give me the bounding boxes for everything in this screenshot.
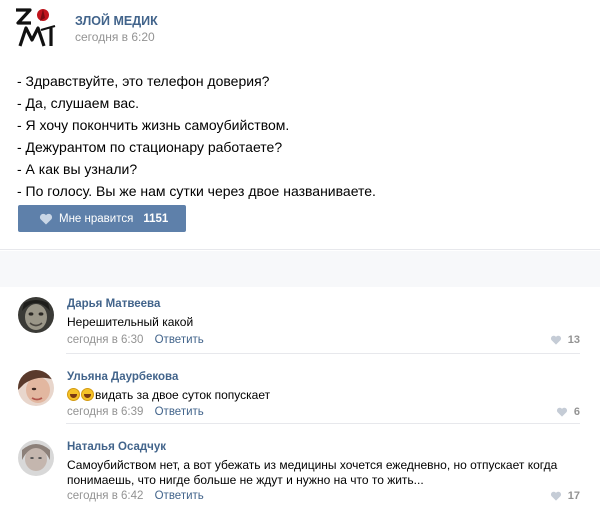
comment-text: видать за двое суток попускает bbox=[67, 388, 587, 403]
avatar[interactable] bbox=[18, 297, 54, 333]
comment-like-count: 6 bbox=[573, 406, 580, 418]
comment: Ульяна Даурбекова видать за двое суток п… bbox=[0, 353, 600, 430]
like-button[interactable]: Мне нравится 1151 bbox=[18, 205, 186, 232]
comment-text: Самоубийством нет, а вот убежать из меди… bbox=[67, 458, 558, 487]
comment: Дарья Матвеева Нерешительный какой сегод… bbox=[0, 287, 600, 357]
comment-like-count: 13 bbox=[567, 334, 580, 346]
heart-icon bbox=[550, 335, 561, 345]
reply-link[interactable]: Ответить bbox=[155, 406, 204, 418]
comment-text: Нерешительный какой bbox=[67, 315, 194, 329]
comment-meta: сегодня в 6:39 Ответить bbox=[67, 406, 204, 418]
comment: Наталья Осадчук Самоубийством нет, а вот… bbox=[0, 423, 600, 513]
avatar[interactable] bbox=[18, 370, 54, 406]
heart-icon bbox=[556, 407, 567, 417]
comment-author[interactable]: Дарья Матвеева bbox=[67, 298, 160, 310]
post-text: - Здравствуйте, это телефон доверия? - Д… bbox=[17, 70, 587, 202]
comment-time[interactable]: сегодня в 6:39 bbox=[67, 406, 143, 418]
heart-icon bbox=[550, 491, 561, 501]
like-label: Мне нравится bbox=[59, 212, 134, 225]
post-line: - Дежурантом по стационару работаете? bbox=[17, 139, 283, 155]
heart-icon bbox=[39, 213, 53, 224]
comment-like-button[interactable]: 17 bbox=[550, 490, 580, 502]
reply-link[interactable]: Ответить bbox=[155, 490, 204, 502]
comment-author[interactable]: Наталья Осадчук bbox=[67, 441, 166, 453]
post-line: - Я хочу покончить жизнь самоубийством. bbox=[17, 117, 290, 133]
post-line: - По голосу. Вы же нам сутки через двое … bbox=[17, 183, 376, 199]
laughing-emoji-icon bbox=[67, 388, 80, 401]
post-line: - Да, слушаем вас. bbox=[17, 95, 140, 111]
comment-meta: сегодня в 6:42 Ответить bbox=[67, 490, 204, 502]
post-line: - Здравствуйте, это телефон доверия? bbox=[17, 73, 270, 89]
post-time[interactable]: сегодня в 6:20 bbox=[75, 30, 155, 44]
like-count: 1151 bbox=[143, 212, 169, 225]
comment-time[interactable]: сегодня в 6:42 bbox=[67, 490, 143, 502]
reply-link[interactable]: Ответить bbox=[155, 334, 204, 346]
comments-list: Дарья Матвеева Нерешительный какой сегод… bbox=[0, 287, 600, 513]
laughing-emoji-icon bbox=[81, 388, 94, 401]
comment-like-count: 17 bbox=[567, 490, 580, 502]
comment-meta: сегодня в 6:30 Ответить bbox=[67, 334, 204, 346]
comment-like-button[interactable]: 13 bbox=[550, 334, 580, 346]
comment-text-body: видать за двое суток попускает bbox=[95, 388, 271, 402]
comment-like-button[interactable]: 6 bbox=[556, 406, 580, 418]
post-author[interactable]: ЗЛОЙ МЕДИК bbox=[75, 14, 158, 28]
avatar[interactable] bbox=[18, 440, 54, 476]
comment-author[interactable]: Ульяна Даурбекова bbox=[67, 371, 178, 383]
post: ЗЛОЙ МЕДИК сегодня в 6:20 - Здравствуйте… bbox=[0, 0, 600, 250]
post-line: - А как вы узнали? bbox=[17, 161, 138, 177]
section-divider bbox=[0, 251, 600, 287]
comment-time[interactable]: сегодня в 6:30 bbox=[67, 334, 143, 346]
zlm-logo-icon[interactable] bbox=[14, 6, 60, 48]
